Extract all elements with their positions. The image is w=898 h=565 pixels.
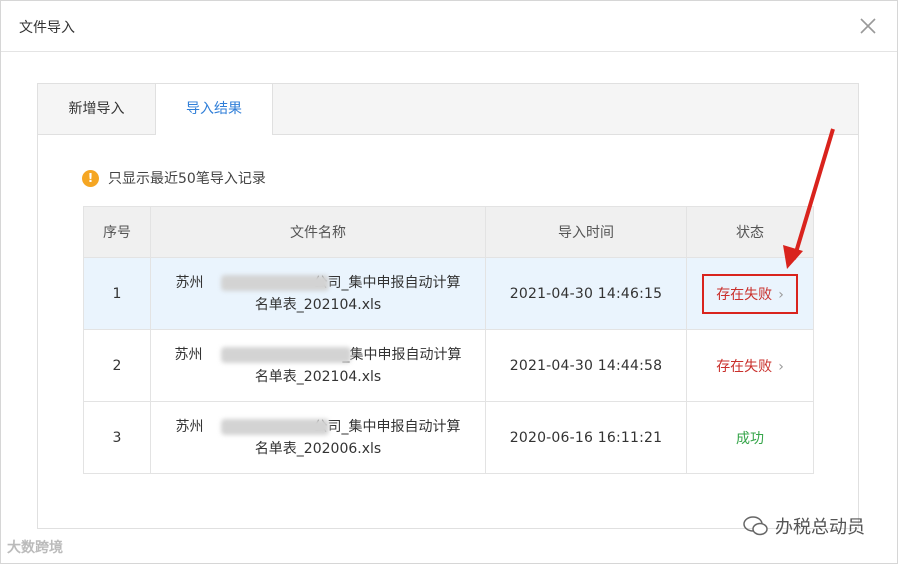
row-status: 成功 <box>686 401 814 474</box>
table-row[interactable]: 3 苏州 公司_集中申报自动计算 名单表_202006.xls 2020-06-1… <box>83 401 814 474</box>
status-fail-link[interactable]: 存在失败 › <box>716 287 784 303</box>
row-filename: 苏州 _集中申报自动计算 名单表_202104.xls <box>150 329 486 402</box>
file-import-dialog: 文件导入 新增导入 导入结果 ! 只显示最近50笔导入记录 序号 文件名称 导入… <box>0 0 898 564</box>
import-results-table: 序号 文件名称 导入时间 状态 1 苏州 公司_集中申报自动计算 名单表_2021… <box>83 206 814 474</box>
filename-line2: 名单表_202104.xls <box>254 368 382 385</box>
tab-new-import[interactable]: 新增导入 <box>38 84 156 134</box>
wechat-icon <box>743 516 768 536</box>
import-panel: 新增导入 导入结果 ! 只显示最近50笔导入记录 序号 文件名称 导入时间 状态… <box>37 83 859 529</box>
col-header-import-time: 导入时间 <box>485 206 687 258</box>
watermark-left-text: 大数跨境 <box>7 540 63 556</box>
chevron-right-icon: › <box>778 358 784 375</box>
filename-prefix: 苏州 <box>175 274 204 291</box>
row-time: 2020-06-16 16:11:21 <box>485 401 687 474</box>
redacted-blur <box>221 346 351 363</box>
row-status[interactable]: 存在失败 › <box>686 329 814 402</box>
redacted-blur <box>221 274 329 291</box>
table-header-row: 序号 文件名称 导入时间 状态 <box>83 206 814 258</box>
watermark-right-text: 办税总动员 <box>775 517 865 538</box>
watermark-left: 大数跨境 <box>7 537 63 557</box>
warning-icon: ! <box>82 169 99 187</box>
redacted-blur <box>221 418 329 435</box>
filename-line2: 名单表_202104.xls <box>254 296 382 313</box>
status-fail-link[interactable]: 存在失败 › <box>716 359 784 375</box>
table-row[interactable]: 2 苏州 _集中申报自动计算 名单表_202104.xls 2021-04-30 … <box>83 329 814 402</box>
col-header-filename: 文件名称 <box>150 206 486 258</box>
watermark-right: 办税总动员 <box>743 513 865 539</box>
filename-mid: _集中申报自动计算 <box>342 346 462 363</box>
col-header-index: 序号 <box>83 206 151 258</box>
title-divider <box>1 51 897 52</box>
col-header-status: 状态 <box>686 206 814 258</box>
row-index: 1 <box>83 257 151 330</box>
chevron-right-icon: › <box>778 286 784 303</box>
notice-text: 只显示最近50笔导入记录 <box>108 171 266 187</box>
row-index: 3 <box>83 401 151 474</box>
table-row[interactable]: 1 苏州 公司_集中申报自动计算 名单表_202104.xls 2021-04-3… <box>83 257 814 330</box>
filename-mid: 公司_集中申报自动计算 <box>313 418 461 435</box>
tab-import-results[interactable]: 导入结果 <box>156 84 273 135</box>
row-status[interactable]: 存在失败 › <box>686 257 814 330</box>
row-filename: 苏州 公司_集中申报自动计算 名单表_202104.xls <box>150 257 486 330</box>
notice: ! 只显示最近50笔导入记录 <box>82 168 266 188</box>
row-time: 2021-04-30 14:46:15 <box>485 257 687 330</box>
annotation-red-box: 存在失败 › <box>702 273 798 314</box>
filename-mid: 公司_集中申报自动计算 <box>313 274 461 291</box>
tab-bar: 新增导入 导入结果 <box>38 84 858 135</box>
filename-prefix: 苏州 <box>175 418 204 435</box>
filename-prefix: 苏州 <box>174 346 203 363</box>
row-filename: 苏州 公司_集中申报自动计算 名单表_202006.xls <box>150 401 486 474</box>
row-time: 2021-04-30 14:44:58 <box>485 329 687 402</box>
status-success: 成功 <box>736 430 764 447</box>
row-index: 2 <box>83 329 151 402</box>
filename-line2: 名单表_202006.xls <box>254 440 382 457</box>
close-icon[interactable] <box>857 15 879 37</box>
dialog-title: 文件导入 <box>19 20 75 36</box>
